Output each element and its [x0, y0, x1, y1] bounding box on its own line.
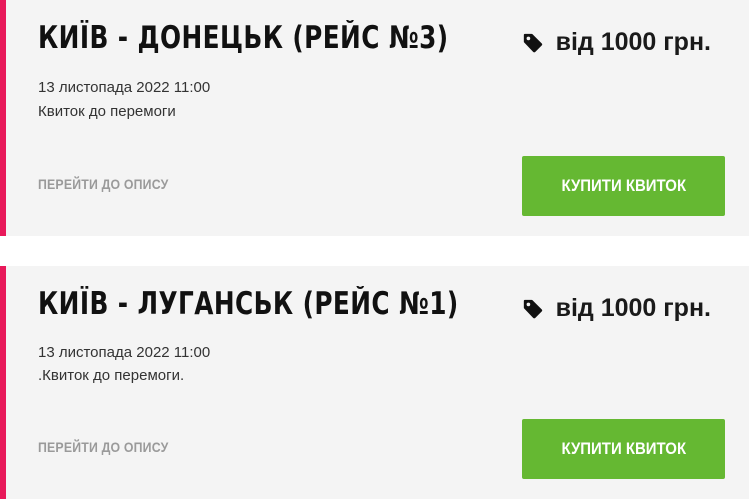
price-tag-icon	[523, 299, 542, 318]
trip-description: .Квиток до перемоги.	[38, 367, 185, 384]
card-accent-bar	[0, 266, 6, 499]
trip-description: Квиток до перемоги	[38, 103, 176, 120]
trip-date: 13 листопада 2022 11:00	[38, 79, 211, 96]
view-details-link[interactable]: ПЕРЕЙТИ ДО ОПИСУ	[38, 176, 168, 192]
trip-title: КИЇВ - ДОНЕЦЬК (РЕЙС №3)	[38, 20, 449, 56]
price-text: від 1000 грн.	[555, 28, 711, 56]
trip-card: КИЇВ - ЛУГАНСЬК (РЕЙС №1) від 1000 грн. …	[0, 266, 749, 499]
buy-ticket-button[interactable]: КУПИТИ КВИТОК	[522, 156, 725, 216]
trip-price: від 1000 грн.	[522, 28, 711, 57]
trip-card: КИЇВ - ДОНЕЦЬК (РЕЙС №3) від 1000 грн. 1…	[0, 0, 749, 236]
trip-title: КИЇВ - ЛУГАНСЬК (РЕЙС №1)	[38, 286, 459, 322]
view-details-link[interactable]: ПЕРЕЙТИ ДО ОПИСУ	[38, 439, 168, 455]
buy-ticket-label: КУПИТИ КВИТОК	[561, 439, 686, 458]
trip-date: 13 листопада 2022 11:00	[38, 344, 211, 361]
trip-price: від 1000 грн.	[522, 294, 711, 323]
buy-ticket-label: КУПИТИ КВИТОК	[561, 176, 686, 195]
card-accent-bar	[0, 0, 6, 236]
buy-ticket-button[interactable]: КУПИТИ КВИТОК	[522, 419, 725, 479]
price-text: від 1000 грн.	[555, 294, 711, 322]
price-tag-icon	[523, 33, 542, 52]
